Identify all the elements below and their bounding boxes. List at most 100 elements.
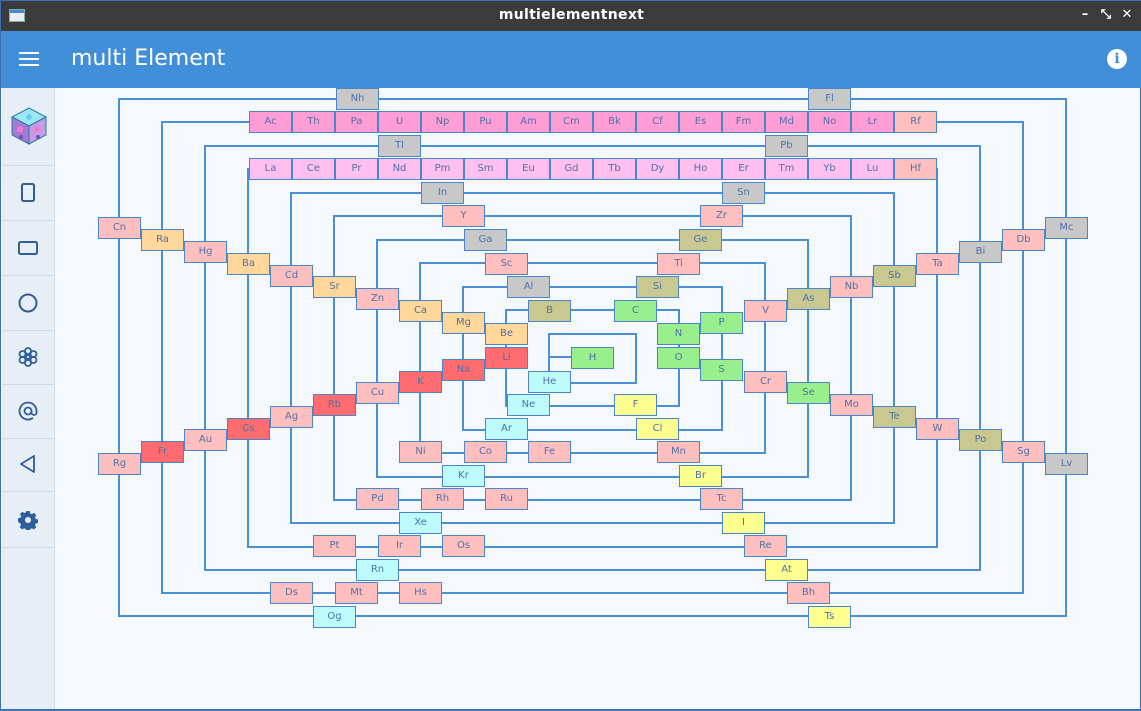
element-cell-tm[interactable]: Tm <box>765 158 808 180</box>
element-cell-fl[interactable]: Fl <box>808 88 851 110</box>
back-triangle-icon[interactable] <box>2 437 54 492</box>
element-cell-lr[interactable]: Lr <box>851 111 894 133</box>
element-cell-ne[interactable]: Ne <box>507 394 550 416</box>
element-cell-li[interactable]: Li <box>485 347 528 369</box>
element-cell-na[interactable]: Na <box>442 359 485 381</box>
element-cell-fm[interactable]: Fm <box>722 111 765 133</box>
window-titlebar[interactable]: multielementnext – ⤡ ✕ <box>1 1 1141 31</box>
element-cell-eu[interactable]: Eu <box>507 158 550 180</box>
flower-icon[interactable] <box>2 330 54 385</box>
element-cell-tc[interactable]: Tc <box>700 488 743 510</box>
element-cell-bi[interactable]: Bi <box>959 241 1002 263</box>
element-cell-al[interactable]: Al <box>507 276 550 298</box>
element-cell-se[interactable]: Se <box>787 382 830 404</box>
at-icon[interactable] <box>2 384 54 439</box>
element-cell-hg[interactable]: Hg <box>184 241 227 263</box>
element-cell-cf[interactable]: Cf <box>636 111 679 133</box>
element-cell-re[interactable]: Re <box>744 535 787 557</box>
element-cell-nb[interactable]: Nb <box>830 276 873 298</box>
restore-button[interactable]: ⤡ <box>1096 5 1116 25</box>
info-icon[interactable]: i <box>1107 49 1127 69</box>
element-cell-zn[interactable]: Zn <box>356 288 399 310</box>
element-cell-ni[interactable]: Ni <box>399 441 442 463</box>
element-cell-au[interactable]: Au <box>184 429 227 451</box>
element-cell-rh[interactable]: Rh <box>421 488 464 510</box>
element-cell-ac[interactable]: Ac <box>249 111 292 133</box>
element-cell-hs[interactable]: Hs <box>399 582 442 604</box>
element-cell-pu[interactable]: Pu <box>464 111 507 133</box>
element-cell-te[interactable]: Te <box>873 406 916 428</box>
element-cell-la[interactable]: La <box>249 158 292 180</box>
element-cell-w[interactable]: W <box>916 418 959 440</box>
element-cell-c[interactable]: C <box>614 300 657 322</box>
element-cell-md[interactable]: Md <box>765 111 808 133</box>
element-cell-as[interactable]: As <box>787 288 830 310</box>
element-cell-ti[interactable]: Ti <box>657 253 700 275</box>
element-cell-rn[interactable]: Rn <box>356 559 399 581</box>
settings-gear-icon[interactable] <box>2 493 54 548</box>
element-cell-pa[interactable]: Pa <box>335 111 378 133</box>
element-cell-rb[interactable]: Rb <box>313 394 356 416</box>
element-cell-mg[interactable]: Mg <box>442 312 485 334</box>
element-cell-cu[interactable]: Cu <box>356 382 399 404</box>
element-cell-rg[interactable]: Rg <box>98 453 141 475</box>
element-cell-ts[interactable]: Ts <box>808 606 851 628</box>
element-cell-hf[interactable]: Hf <box>894 158 937 180</box>
minimize-button[interactable]: – <box>1075 5 1095 25</box>
element-cell-si[interactable]: Si <box>636 276 679 298</box>
element-cell-ca[interactable]: Ca <box>399 300 442 322</box>
element-cell-lv[interactable]: Lv <box>1045 453 1088 475</box>
element-cell-sn[interactable]: Sn <box>722 182 765 204</box>
element-cell-dy[interactable]: Dy <box>636 158 679 180</box>
element-cell-ce[interactable]: Ce <box>292 158 335 180</box>
element-cell-po[interactable]: Po <box>959 429 1002 451</box>
element-cell-kr[interactable]: Kr <box>442 465 485 487</box>
element-cell-yb[interactable]: Yb <box>808 158 851 180</box>
element-cell-at[interactable]: At <box>765 559 808 581</box>
element-cell-sc[interactable]: Sc <box>485 253 528 275</box>
element-cell-fe[interactable]: Fe <box>528 441 571 463</box>
element-cell-ar[interactable]: Ar <box>485 418 528 440</box>
element-cell-ba[interactable]: Ba <box>227 253 270 275</box>
element-cell-nd[interactable]: Nd <box>378 158 421 180</box>
element-cell-cs[interactable]: Cs <box>227 418 270 440</box>
element-cell-sb[interactable]: Sb <box>873 265 916 287</box>
element-cell-s[interactable]: S <box>700 359 743 381</box>
element-cell-u[interactable]: U <box>378 111 421 133</box>
element-cell-pt[interactable]: Pt <box>313 535 356 557</box>
element-cell-no[interactable]: No <box>808 111 851 133</box>
element-cell-i[interactable]: I <box>722 512 765 534</box>
element-cell-br[interactable]: Br <box>679 465 722 487</box>
element-cell-mn[interactable]: Mn <box>657 441 700 463</box>
element-cell-bk[interactable]: Bk <box>593 111 636 133</box>
element-cell-bh[interactable]: Bh <box>787 582 830 604</box>
element-cell-b[interactable]: B <box>528 300 571 322</box>
element-cell-sm[interactable]: Sm <box>464 158 507 180</box>
element-cell-sr[interactable]: Sr <box>313 276 356 298</box>
element-cell-pr[interactable]: Pr <box>335 158 378 180</box>
element-cell-mt[interactable]: Mt <box>335 582 378 604</box>
element-cell-zr[interactable]: Zr <box>700 205 743 227</box>
element-cell-ga[interactable]: Ga <box>464 229 507 251</box>
element-cell-n[interactable]: N <box>657 323 700 345</box>
hamburger-menu-icon[interactable] <box>17 48 41 72</box>
element-cell-cm[interactable]: Cm <box>550 111 593 133</box>
element-cell-in[interactable]: In <box>421 182 464 204</box>
element-cell-cn[interactable]: Cn <box>98 217 141 239</box>
element-cell-os[interactable]: Os <box>442 535 485 557</box>
element-cell-p[interactable]: P <box>700 312 743 334</box>
element-cell-co[interactable]: Co <box>464 441 507 463</box>
element-cell-mo[interactable]: Mo <box>830 394 873 416</box>
element-cell-fr[interactable]: Fr <box>141 441 184 463</box>
element-cell-ru[interactable]: Ru <box>485 488 528 510</box>
element-cell-cl[interactable]: Cl <box>636 418 679 440</box>
element-cell-db[interactable]: Db <box>1002 229 1045 251</box>
landscape-icon[interactable] <box>2 221 54 276</box>
element-cell-tl[interactable]: Tl <box>378 135 421 157</box>
portrait-icon[interactable] <box>2 166 54 221</box>
element-cell-ag[interactable]: Ag <box>270 406 313 428</box>
element-cell-pb[interactable]: Pb <box>765 135 808 157</box>
element-cell-th[interactable]: Th <box>292 111 335 133</box>
element-cell-cr[interactable]: Cr <box>744 371 787 393</box>
element-cell-be[interactable]: Be <box>485 323 528 345</box>
